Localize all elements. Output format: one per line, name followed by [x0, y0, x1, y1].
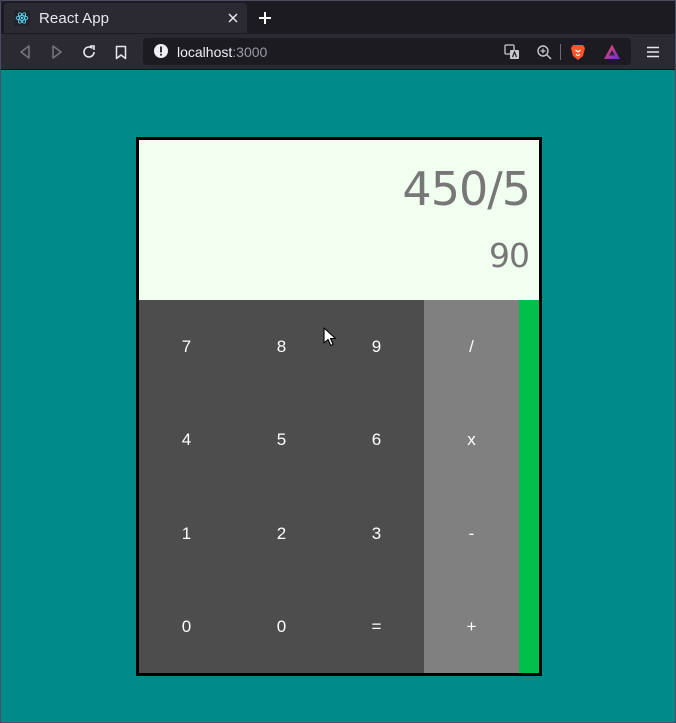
key-2[interactable]: 2 [234, 487, 329, 580]
expression-text: 450/5 [402, 162, 531, 216]
reload-icon[interactable] [78, 41, 100, 63]
url-host: localhost [177, 44, 233, 60]
key-7[interactable]: 7 [139, 300, 234, 393]
url-text: localhost:3000 [177, 44, 267, 60]
key-1[interactable]: 1 [139, 487, 234, 580]
translate-icon[interactable] [503, 43, 521, 61]
key-divide[interactable]: / [424, 300, 519, 393]
key-equals[interactable]: = [329, 580, 424, 673]
url-port: :3000 [232, 44, 268, 60]
key-4[interactable]: 4 [139, 393, 234, 487]
tab-react-app[interactable]: React App [4, 3, 247, 33]
calculator-display: 450/5 90 [139, 140, 539, 300]
forward-arrow-icon[interactable] [46, 41, 68, 63]
page-viewport: 450/5 90 7 8 9 / 4 5 6 x 1 2 3 - 0 0 = + [1, 71, 675, 722]
hamburger-menu-icon[interactable] [642, 41, 664, 63]
info-icon[interactable] [153, 43, 169, 64]
mouse-pointer-icon [323, 327, 337, 352]
back-arrow-icon[interactable] [14, 41, 36, 63]
calculator: 450/5 90 7 8 9 / 4 5 6 x 1 2 3 - 0 0 = + [136, 137, 542, 676]
url-divider [560, 44, 561, 60]
address-bar[interactable]: localhost:3000 [143, 38, 631, 65]
key-5[interactable]: 5 [234, 393, 329, 487]
zoom-icon[interactable] [535, 43, 553, 61]
navigation-toolbar: localhost:3000 [1, 34, 675, 70]
bookmark-icon[interactable] [110, 41, 132, 63]
key-subtract[interactable]: - [424, 487, 519, 580]
key-9[interactable]: 9 [329, 300, 424, 393]
close-icon[interactable] [225, 10, 241, 26]
tab-strip: React App [1, 1, 675, 34]
tab-title: React App [39, 9, 110, 27]
brave-lion-icon[interactable] [569, 43, 587, 61]
key-add[interactable]: + [424, 580, 519, 673]
react-logo-icon [14, 10, 30, 26]
key-0[interactable]: 0 [139, 580, 234, 673]
key-8[interactable]: 8 [234, 300, 329, 393]
key-6[interactable]: 6 [329, 393, 424, 487]
brave-rewards-triangle-icon[interactable] [603, 43, 621, 61]
browser-window: React App localhost:3000 450/5 90 7 8 9 … [0, 0, 676, 723]
result-text: 90 [489, 236, 530, 275]
keypad: 7 8 9 / 4 5 6 x 1 2 3 - 0 0 = + [139, 300, 539, 673]
key-0-secondary[interactable]: 0 [234, 580, 329, 673]
key-multiply[interactable]: x [424, 393, 519, 487]
plus-icon[interactable] [255, 8, 275, 28]
green-side-bar[interactable] [519, 300, 539, 673]
key-3[interactable]: 3 [329, 487, 424, 580]
